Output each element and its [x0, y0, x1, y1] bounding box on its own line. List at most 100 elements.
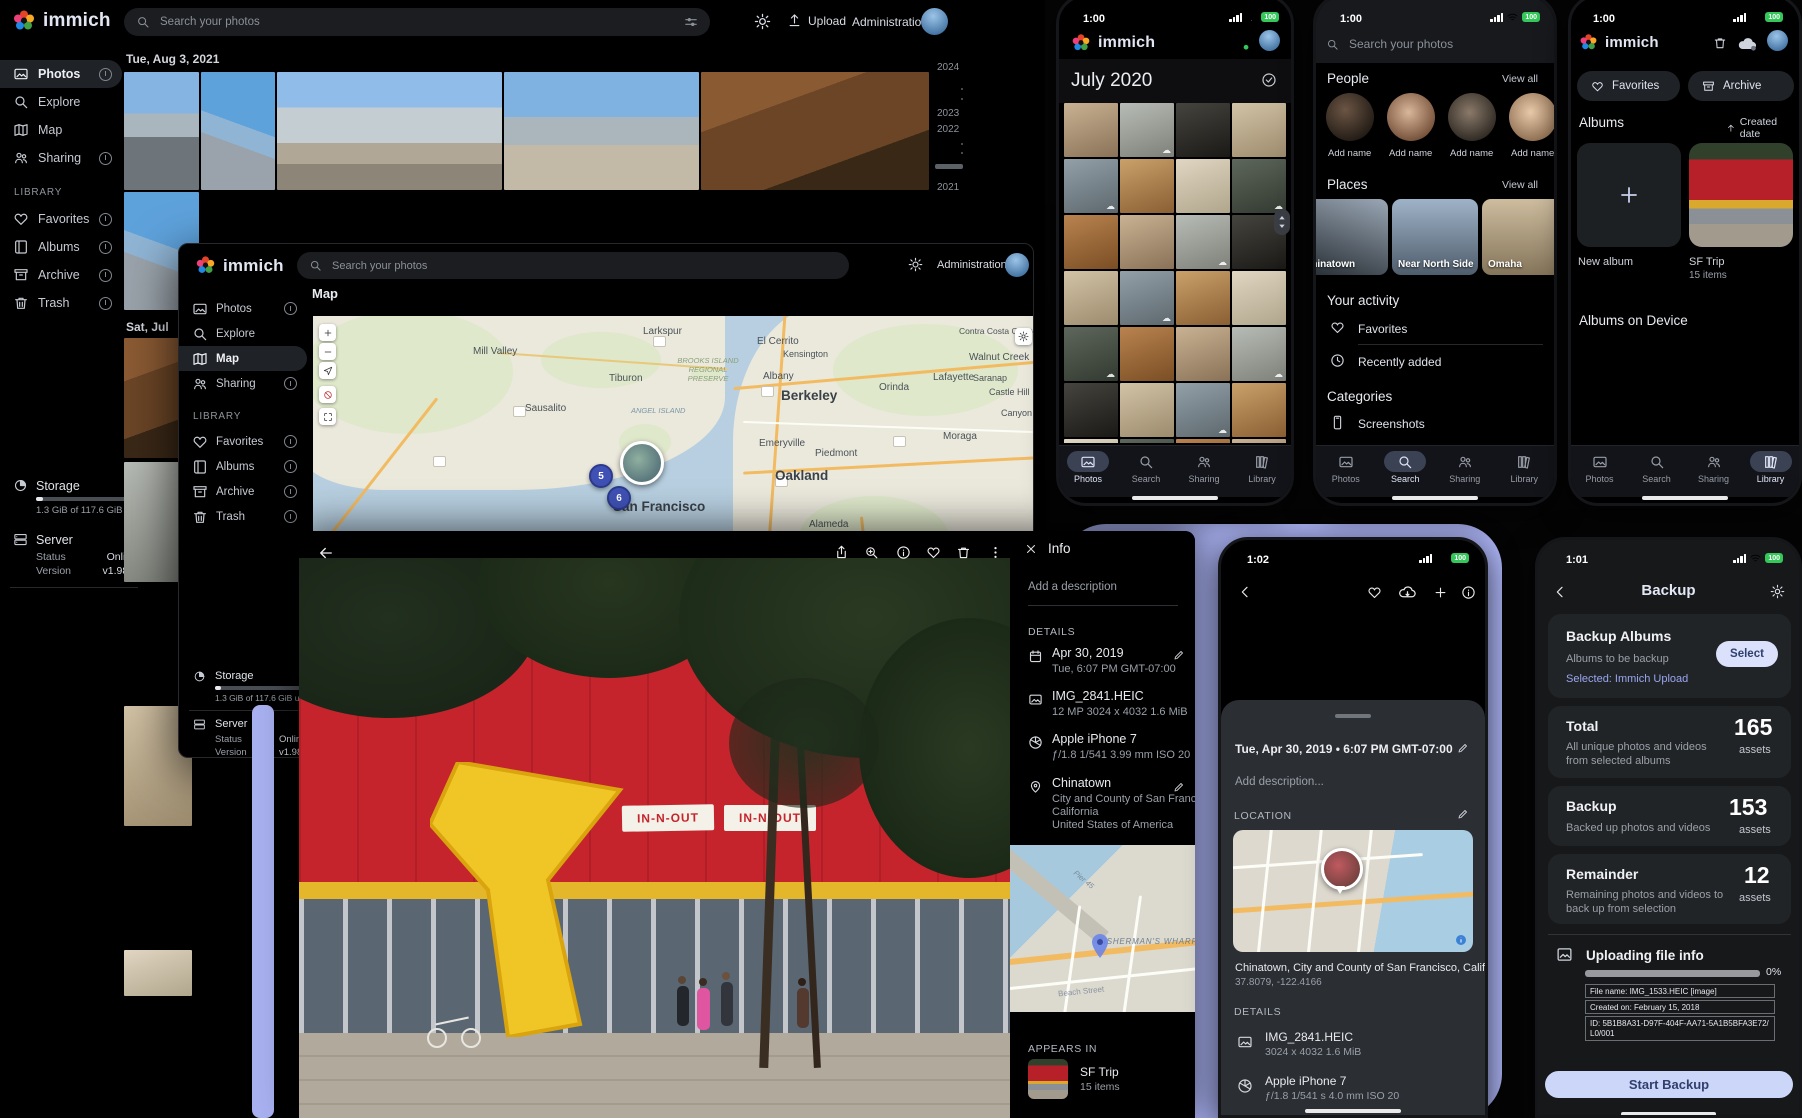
info-icon[interactable]: [1461, 585, 1476, 600]
scrubber-handle[interactable]: [935, 164, 963, 169]
nav-photos[interactable]: Photos: [1571, 451, 1628, 484]
location-map[interactable]: [1233, 830, 1473, 952]
info-icon[interactable]: [99, 269, 112, 282]
share-icon[interactable]: [834, 545, 849, 560]
photo-thumbnail[interactable]: [1176, 215, 1230, 269]
add-to-album-icon[interactable]: [1433, 585, 1448, 600]
photo-thumbnail[interactable]: [1176, 159, 1230, 213]
map-cluster-marker[interactable]: 6: [607, 486, 631, 510]
screenshots-row[interactable]: Screenshots: [1358, 417, 1425, 431]
cloud-backup-icon[interactable]: [1231, 35, 1250, 50]
more-kebab-icon[interactable]: [988, 545, 1003, 560]
photo-thumbnail[interactable]: [124, 950, 192, 996]
start-backup-button[interactable]: Start Backup: [1545, 1071, 1793, 1098]
info-icon[interactable]: [284, 435, 297, 448]
place-tile[interactable]: Near North Side: [1392, 199, 1478, 275]
new-album-tile[interactable]: [1577, 143, 1681, 247]
person-face[interactable]: [1326, 93, 1374, 141]
photo-thumbnail[interactable]: [1120, 439, 1174, 443]
info-icon[interactable]: [284, 377, 297, 390]
photo-thumbnail[interactable]: [1176, 327, 1230, 381]
info-icon[interactable]: [99, 297, 112, 310]
favorite-heart-icon[interactable]: [926, 545, 941, 560]
map-fullscreen-button[interactable]: [319, 408, 336, 425]
sidebar-item-explore[interactable]: Explore: [179, 321, 307, 346]
administration-link[interactable]: Administration: [937, 259, 1007, 271]
immich-logo[interactable]: immich: [12, 9, 111, 33]
photo-thumbnail[interactable]: [1232, 439, 1286, 443]
photo-innout[interactable]: IN-N-OUT IN-N-OUT: [299, 558, 1010, 1118]
photo-thumbnail[interactable]: [1120, 271, 1174, 325]
info-icon[interactable]: [896, 545, 911, 560]
photo-thumbnail[interactable]: [1176, 383, 1230, 437]
map-locate-button[interactable]: [319, 362, 336, 379]
settings-gear-icon[interactable]: [1770, 584, 1785, 599]
info-icon[interactable]: [99, 68, 112, 81]
photo-thumbnail[interactable]: [1232, 159, 1286, 213]
avatar[interactable]: [921, 8, 948, 35]
info-icon[interactable]: [284, 485, 297, 498]
search-input[interactable]: Search your photos: [124, 8, 710, 36]
description-input[interactable]: Add description...: [1235, 776, 1324, 788]
sort-by-created-date[interactable]: Created date: [1726, 116, 1799, 140]
avatar[interactable]: [1005, 253, 1029, 277]
favorites-row[interactable]: Favorites: [1358, 322, 1407, 336]
photo-thumbnail[interactable]: [1064, 159, 1118, 213]
photo-thumbnail[interactable]: [701, 72, 929, 190]
photo-thumbnail[interactable]: [277, 72, 502, 190]
avatar[interactable]: [1259, 30, 1280, 51]
photo-thumbnail[interactable]: [124, 72, 199, 190]
view-all-link[interactable]: View all: [1502, 73, 1538, 85]
info-icon[interactable]: [284, 510, 297, 523]
sidebar-item-sharing[interactable]: Sharing: [0, 144, 122, 172]
album-tile-sf-trip[interactable]: [1689, 143, 1793, 247]
favorites-button[interactable]: Favorites: [1577, 71, 1680, 101]
sidebar-item-photos[interactable]: Photos: [179, 296, 307, 321]
sidebar-item-explore[interactable]: Explore: [0, 88, 122, 116]
nav-search[interactable]: Search: [1117, 451, 1175, 484]
sidebar-item-photos[interactable]: Photos: [0, 60, 122, 88]
theme-sun-icon[interactable]: [908, 257, 923, 272]
select-all-check-icon[interactable]: [1261, 72, 1277, 88]
map-info-icon[interactable]: [1455, 934, 1467, 946]
map-toggle-markers-button[interactable]: [319, 386, 336, 403]
sidebar-item-albums[interactable]: Albums: [179, 454, 307, 479]
select-button[interactable]: Select: [1716, 641, 1778, 667]
photo-thumbnail[interactable]: [1176, 439, 1230, 443]
cloud-download-icon[interactable]: [1399, 585, 1416, 600]
nav-search[interactable]: Search: [1628, 451, 1685, 484]
edit-pencil-icon[interactable]: [1457, 808, 1469, 820]
drag-handle[interactable]: [1335, 714, 1371, 718]
search-input[interactable]: Search your photos: [297, 252, 849, 279]
photo-thumbnail[interactable]: [1120, 215, 1174, 269]
album-thumbnail[interactable]: [1028, 1059, 1068, 1099]
photo-thumbnail[interactable]: [1232, 327, 1286, 381]
delete-icon[interactable]: [956, 545, 971, 560]
sidebar-item-trash[interactable]: Trash: [0, 289, 122, 317]
add-name-link[interactable]: Add name: [1328, 148, 1371, 159]
photo-thumbnail[interactable]: [1064, 383, 1118, 437]
theme-sun-icon[interactable]: [754, 13, 771, 30]
edit-pencil-icon[interactable]: [1457, 742, 1469, 754]
sidebar-item-sharing[interactable]: Sharing: [179, 371, 307, 396]
nav-library[interactable]: Library: [1233, 451, 1291, 484]
photo-thumbnail[interactable]: [1064, 103, 1118, 157]
photo-thumbnail[interactable]: [504, 72, 699, 190]
photo-thumbnail[interactable]: [1064, 271, 1118, 325]
back-arrow-icon[interactable]: [317, 544, 335, 562]
nav-photos[interactable]: Photos: [1316, 451, 1376, 484]
sidebar-item-favorites[interactable]: Favorites: [0, 205, 122, 233]
album-title[interactable]: SF Trip: [1080, 1065, 1119, 1079]
edit-pencil-icon[interactable]: [1173, 649, 1185, 661]
cloud-sync-icon[interactable]: [1738, 36, 1757, 51]
search-input[interactable]: Search your photos: [1326, 37, 1453, 51]
upload-button[interactable]: Upload: [787, 13, 846, 28]
info-icon[interactable]: [284, 460, 297, 473]
sidebar-item-archive[interactable]: Archive: [0, 261, 122, 289]
edit-pencil-icon[interactable]: [1173, 781, 1185, 793]
back-chevron-icon[interactable]: [1237, 584, 1253, 600]
sidebar-item-map[interactable]: Map: [0, 116, 122, 144]
view-all-link[interactable]: View all: [1502, 179, 1538, 191]
archive-button[interactable]: Archive: [1688, 71, 1794, 101]
photo-thumbnail[interactable]: [1120, 327, 1174, 381]
